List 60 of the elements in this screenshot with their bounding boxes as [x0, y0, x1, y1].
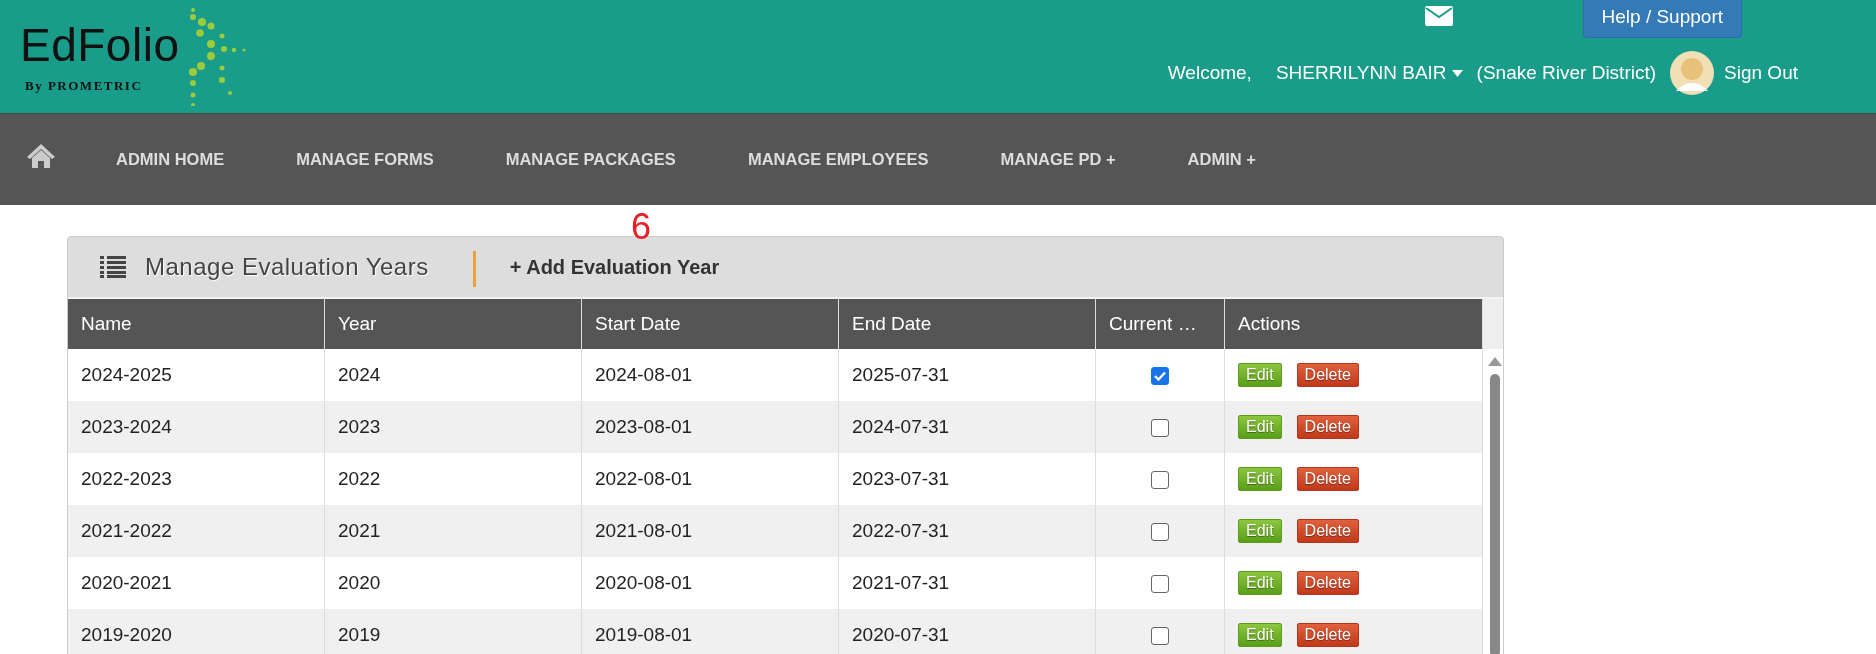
scrollbar[interactable]: [1487, 357, 1503, 654]
table-cell: 2021-08-01: [581, 505, 839, 557]
edit-button[interactable]: Edit: [1238, 363, 1282, 387]
list-icon: [100, 256, 126, 278]
edit-button[interactable]: Edit: [1238, 571, 1282, 595]
table-cell: 2019: [324, 609, 582, 654]
sparkle-dots-icon: [188, 6, 248, 106]
nav-link[interactable]: MANAGE PD +: [1000, 150, 1116, 169]
edit-button[interactable]: Edit: [1238, 519, 1282, 543]
delete-button[interactable]: Delete: [1296, 467, 1359, 491]
logo-wordmark[interactable]: EdFolio: [20, 22, 180, 68]
add-evaluation-year-link[interactable]: + Add Evaluation Year: [509, 255, 720, 279]
column-header[interactable]: Start Date: [581, 299, 839, 349]
column-header[interactable]: Current …: [1095, 299, 1225, 349]
current-checkbox[interactable]: [1151, 471, 1169, 489]
delete-button[interactable]: Delete: [1296, 363, 1359, 387]
edit-button[interactable]: Edit: [1238, 415, 1282, 439]
current-checkbox[interactable]: [1151, 367, 1169, 385]
table-cell: 2023-08-01: [581, 401, 839, 453]
welcome-text: Welcome,: [1167, 62, 1252, 84]
edit-button[interactable]: Edit: [1238, 467, 1282, 491]
nav-link[interactable]: MANAGE FORMS: [296, 150, 434, 169]
column-header[interactable]: End Date: [838, 299, 1096, 349]
current-checkbox[interactable]: [1151, 627, 1169, 645]
table-cell: 2023: [324, 401, 582, 453]
nav-link[interactable]: MANAGE PACKAGES: [505, 150, 676, 169]
current-checkbox[interactable]: [1151, 575, 1169, 593]
table-cell: 2021-2022: [68, 505, 325, 557]
district-text: (Snake River District): [1476, 62, 1657, 84]
table-cell: 2021: [324, 505, 582, 557]
edit-button[interactable]: Edit: [1238, 623, 1282, 647]
table-cell: 2022-07-31: [838, 505, 1096, 557]
scroll-up-arrow-icon[interactable]: [1488, 357, 1502, 366]
delete-button[interactable]: Delete: [1296, 571, 1359, 595]
current-checkbox[interactable]: [1151, 419, 1169, 437]
table-cell: 2024-07-31: [838, 401, 1096, 453]
column-header[interactable]: Year: [324, 299, 582, 349]
help-support-button[interactable]: Help / Support: [1582, 0, 1742, 38]
current-checkbox[interactable]: [1151, 523, 1169, 541]
logo-byline: By PROMETRIC: [25, 78, 143, 94]
nav-link[interactable]: MANAGE EMPLOYEES: [747, 150, 929, 169]
delete-button[interactable]: Delete: [1296, 415, 1359, 439]
delete-button[interactable]: Delete: [1296, 623, 1359, 647]
caret-icon: [1451, 69, 1463, 77]
table-cell: 2019-08-01: [581, 609, 839, 654]
table-cell: 2020-07-31: [838, 609, 1096, 654]
panel-title: Manage Evaluation Years: [145, 253, 429, 281]
mail-icon[interactable]: [1424, 6, 1453, 26]
column-header[interactable]: Name: [68, 299, 325, 349]
delete-button[interactable]: Delete: [1296, 519, 1359, 543]
home-icon[interactable]: [26, 142, 56, 169]
table-cell: 2019-2020: [68, 609, 325, 654]
nav-link[interactable]: ADMIN +: [1187, 150, 1256, 169]
user-menu[interactable]: SHERRILYNN BAIR: [1275, 62, 1463, 84]
sign-out-link[interactable]: Sign Out: [1724, 62, 1798, 84]
avatar-icon: [1670, 51, 1715, 95]
table-cell: 2023-2024: [68, 401, 325, 453]
column-header[interactable]: Actions: [1224, 299, 1483, 349]
nav-link[interactable]: ADMIN HOME: [116, 150, 225, 169]
annotation-number: 6: [631, 209, 652, 245]
